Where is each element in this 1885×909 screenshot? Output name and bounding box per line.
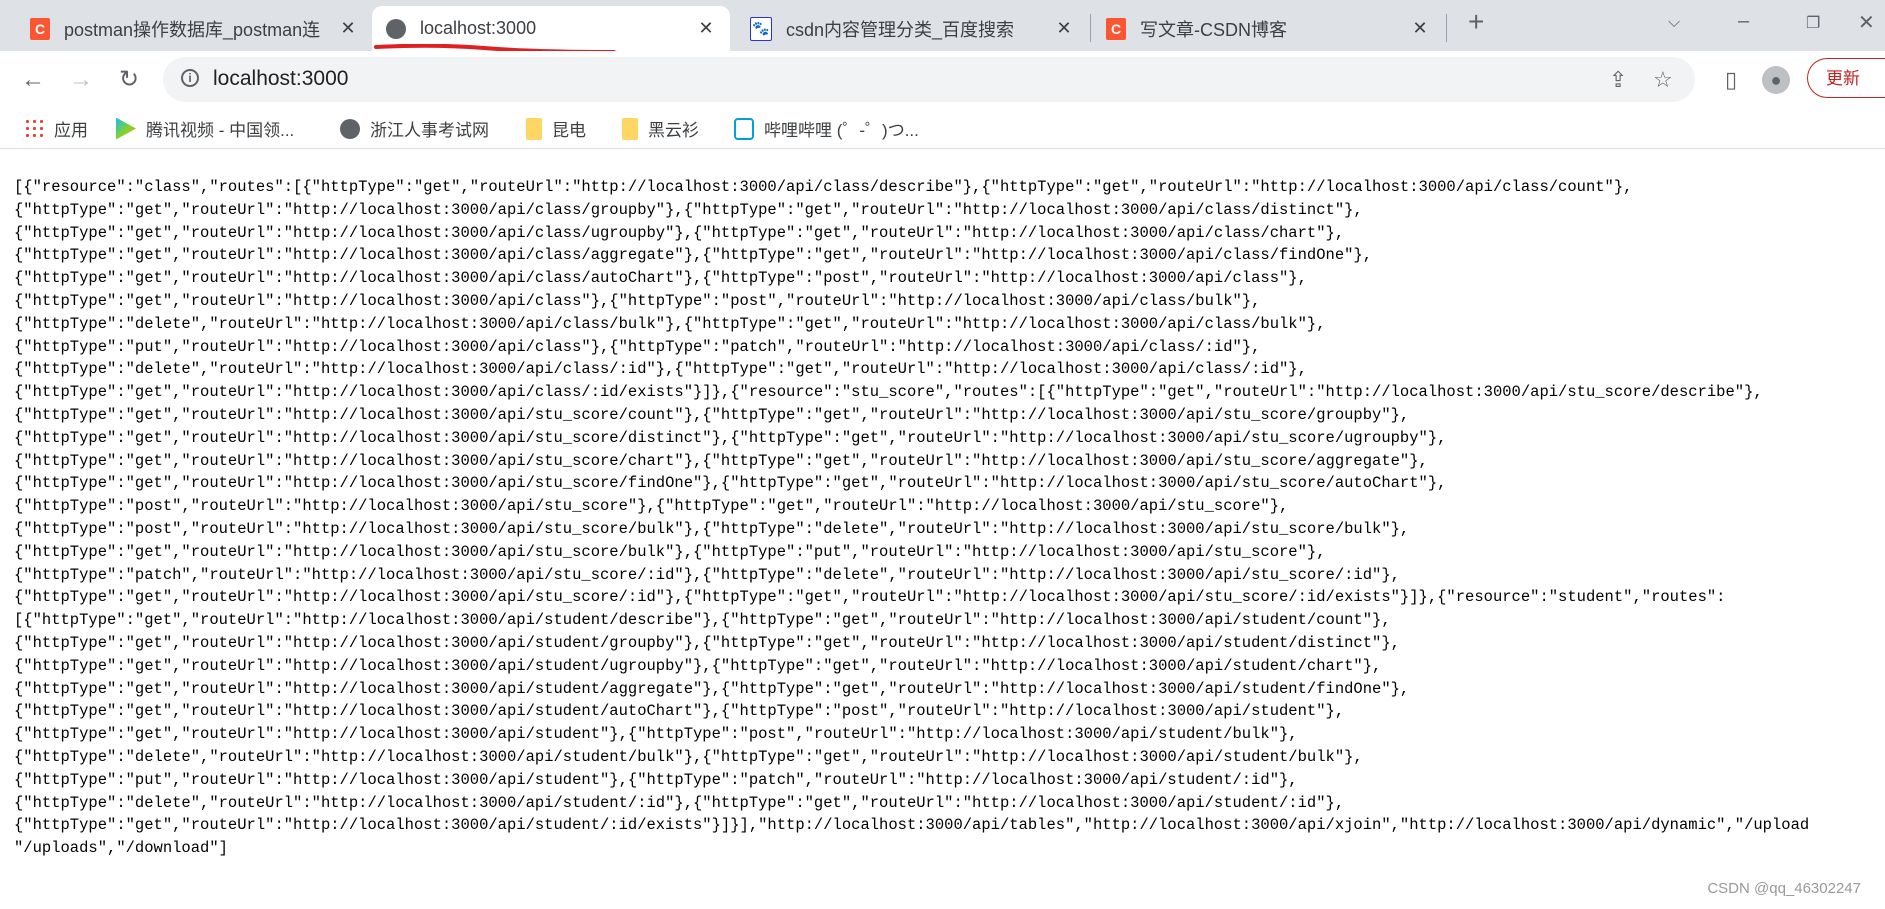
json-line: {"httpType":"get","routeUrl":"http://loc…: [14, 588, 1726, 607]
bookmark-label: 浙江人事考试网: [370, 121, 489, 140]
tencent-video-icon: [116, 117, 136, 140]
json-line: {"httpType":"get","routeUrl":"http://loc…: [14, 633, 1400, 652]
json-line: {"httpType":"get","routeUrl":"http://loc…: [14, 246, 1373, 265]
tab-search-icon[interactable]: ⌵: [1668, 14, 1680, 32]
folder-icon: [526, 117, 542, 140]
profile-avatar[interactable]: ●: [1762, 66, 1790, 94]
tab-bar: C postman操作数据库_postman连 ✕ localhost:3000…: [0, 0, 1885, 54]
baidu-icon: 🐾: [750, 16, 772, 41]
reload-button[interactable]: ↻: [114, 65, 144, 95]
json-line: {"httpType":"put","routeUrl":"http://loc…: [14, 337, 1261, 356]
close-icon[interactable]: ✕: [338, 18, 358, 39]
json-line: {"httpType":"get","routeUrl":"http://loc…: [14, 702, 1345, 721]
json-line: {"httpType":"get","routeUrl":"http://loc…: [14, 383, 1763, 402]
json-line: {"httpType":"get","routeUrl":"http://loc…: [14, 679, 1410, 698]
globe-icon: [386, 18, 406, 39]
update-label: 更新: [1826, 69, 1860, 88]
bookmark-label: 腾讯视频 - 中国领...: [146, 121, 295, 140]
globe-icon: [340, 118, 360, 139]
json-line: {"httpType":"get","routeUrl":"http://loc…: [14, 405, 1410, 424]
bookmark-apps[interactable]: 应用: [24, 116, 88, 141]
json-line: {"httpType":"delete","routeUrl":"http://…: [14, 747, 1363, 766]
tab-csdn-write[interactable]: C 写文章-CSDN博客 ✕: [1092, 6, 1444, 51]
forward-button[interactable]: →: [66, 65, 96, 95]
json-line: {"httpType":"patch","routeUrl":"http://l…: [14, 565, 1400, 584]
info-icon[interactable]: i: [181, 69, 199, 87]
share-icon[interactable]: ⇪: [1609, 67, 1627, 93]
bookmark-bilibili[interactable]: 哔哩哔哩 (゜-゜)つ...: [734, 116, 919, 141]
tab-baidu[interactable]: 🐾 csdn内容管理分类_百度搜索 ✕: [736, 6, 1088, 51]
json-line: {"httpType":"get","routeUrl":"http://loc…: [14, 656, 1382, 675]
close-icon[interactable]: ✕: [696, 18, 716, 39]
bookmark-folder-kundian[interactable]: 昆电: [526, 116, 586, 141]
bookmark-label: 昆电: [552, 121, 586, 140]
address-bar[interactable]: i localhost:3000 ⇪ ☆: [163, 57, 1695, 102]
folder-icon: [622, 117, 638, 140]
json-response-body: [{"resource":"class","routes":[{"httpTyp…: [14, 176, 1874, 860]
json-line: {"httpType":"delete","routeUrl":"http://…: [14, 360, 1307, 379]
new-tab-button[interactable]: +: [1468, 6, 1484, 38]
json-line: {"httpType":"get","routeUrl":"http://loc…: [14, 725, 1298, 744]
tab-separator: [1090, 14, 1091, 42]
bookmark-zhejiang[interactable]: 浙江人事考试网: [340, 116, 489, 141]
close-icon[interactable]: ✕: [1054, 18, 1074, 39]
watermark: CSDN @qq_46302247: [1707, 880, 1861, 897]
bookmark-folder-heiyunshan[interactable]: 黑云衫: [622, 116, 699, 141]
csdn-icon: C: [1106, 17, 1126, 40]
bookmarks-bar: 应用 腾讯视频 - 中国领... 浙江人事考试网 昆电 黑云衫 哔哩哔哩 (゜-…: [0, 108, 1885, 149]
side-panel-icon[interactable]: ▯: [1716, 65, 1746, 95]
json-line: {"httpType":"put","routeUrl":"http://loc…: [14, 770, 1298, 789]
json-line: {"httpType":"get","routeUrl":"http://loc…: [14, 223, 1345, 242]
bookmark-label: 应用: [54, 121, 88, 140]
json-line: {"httpType":"get","routeUrl":"http://loc…: [14, 451, 1428, 470]
minimize-button[interactable]: –: [1738, 10, 1749, 33]
toolbar: ← → ↻ i localhost:3000 ⇪ ☆ ▯ ● 更新: [0, 51, 1885, 108]
json-line: {"httpType":"get","routeUrl":"http://loc…: [14, 269, 1307, 288]
json-line: {"httpType":"get","routeUrl":"http://loc…: [14, 291, 1261, 310]
json-line: {"httpType":"get","routeUrl":"http://loc…: [14, 428, 1447, 447]
close-window-button[interactable]: ✕: [1858, 10, 1875, 35]
update-button[interactable]: 更新: [1807, 58, 1885, 98]
close-icon[interactable]: ✕: [1410, 18, 1430, 39]
json-line: [{"resource":"class","routes":[{"httpTyp…: [14, 178, 1633, 196]
json-line: {"httpType":"delete","routeUrl":"http://…: [14, 314, 1326, 333]
json-line: {"httpType":"get","routeUrl":"http://loc…: [14, 816, 1810, 835]
tab-separator: [1446, 14, 1447, 42]
tab-title: csdn内容管理分类_百度搜索: [786, 19, 1015, 40]
json-line: "/uploads","/download"]: [14, 839, 228, 858]
apps-icon: [24, 117, 44, 140]
bookmark-label: 黑云衫: [648, 121, 699, 140]
back-button[interactable]: ←: [18, 65, 48, 95]
tab-postman[interactable]: C postman操作数据库_postman连 ✕: [16, 6, 372, 51]
csdn-icon: C: [30, 17, 50, 40]
bookmark-label: 哔哩哔哩 (゜-゜)つ...: [764, 121, 919, 140]
json-line: [{"httpType":"get","routeUrl":"http://lo…: [14, 611, 1391, 630]
tab-title: 写文章-CSDN博客: [1140, 19, 1287, 40]
tab-title: postman操作数据库_postman连: [64, 19, 321, 40]
address-input[interactable]: localhost:3000: [213, 67, 348, 91]
tab-title: localhost:3000: [420, 18, 537, 38]
json-line: {"httpType":"delete","routeUrl":"http://…: [14, 793, 1345, 812]
json-line: {"httpType":"post","routeUrl":"http://lo…: [14, 519, 1410, 538]
star-icon[interactable]: ☆: [1653, 67, 1673, 93]
bilibili-icon: [734, 117, 754, 140]
json-line: {"httpType":"get","routeUrl":"http://loc…: [14, 200, 1363, 219]
restore-button[interactable]: ❐: [1806, 13, 1820, 33]
bookmark-tencent-video[interactable]: 腾讯视频 - 中国领...: [116, 116, 294, 141]
json-line: {"httpType":"get","routeUrl":"http://loc…: [14, 474, 1447, 493]
json-line: {"httpType":"get","routeUrl":"http://loc…: [14, 542, 1326, 561]
json-line: {"httpType":"post","routeUrl":"http://lo…: [14, 497, 1289, 516]
